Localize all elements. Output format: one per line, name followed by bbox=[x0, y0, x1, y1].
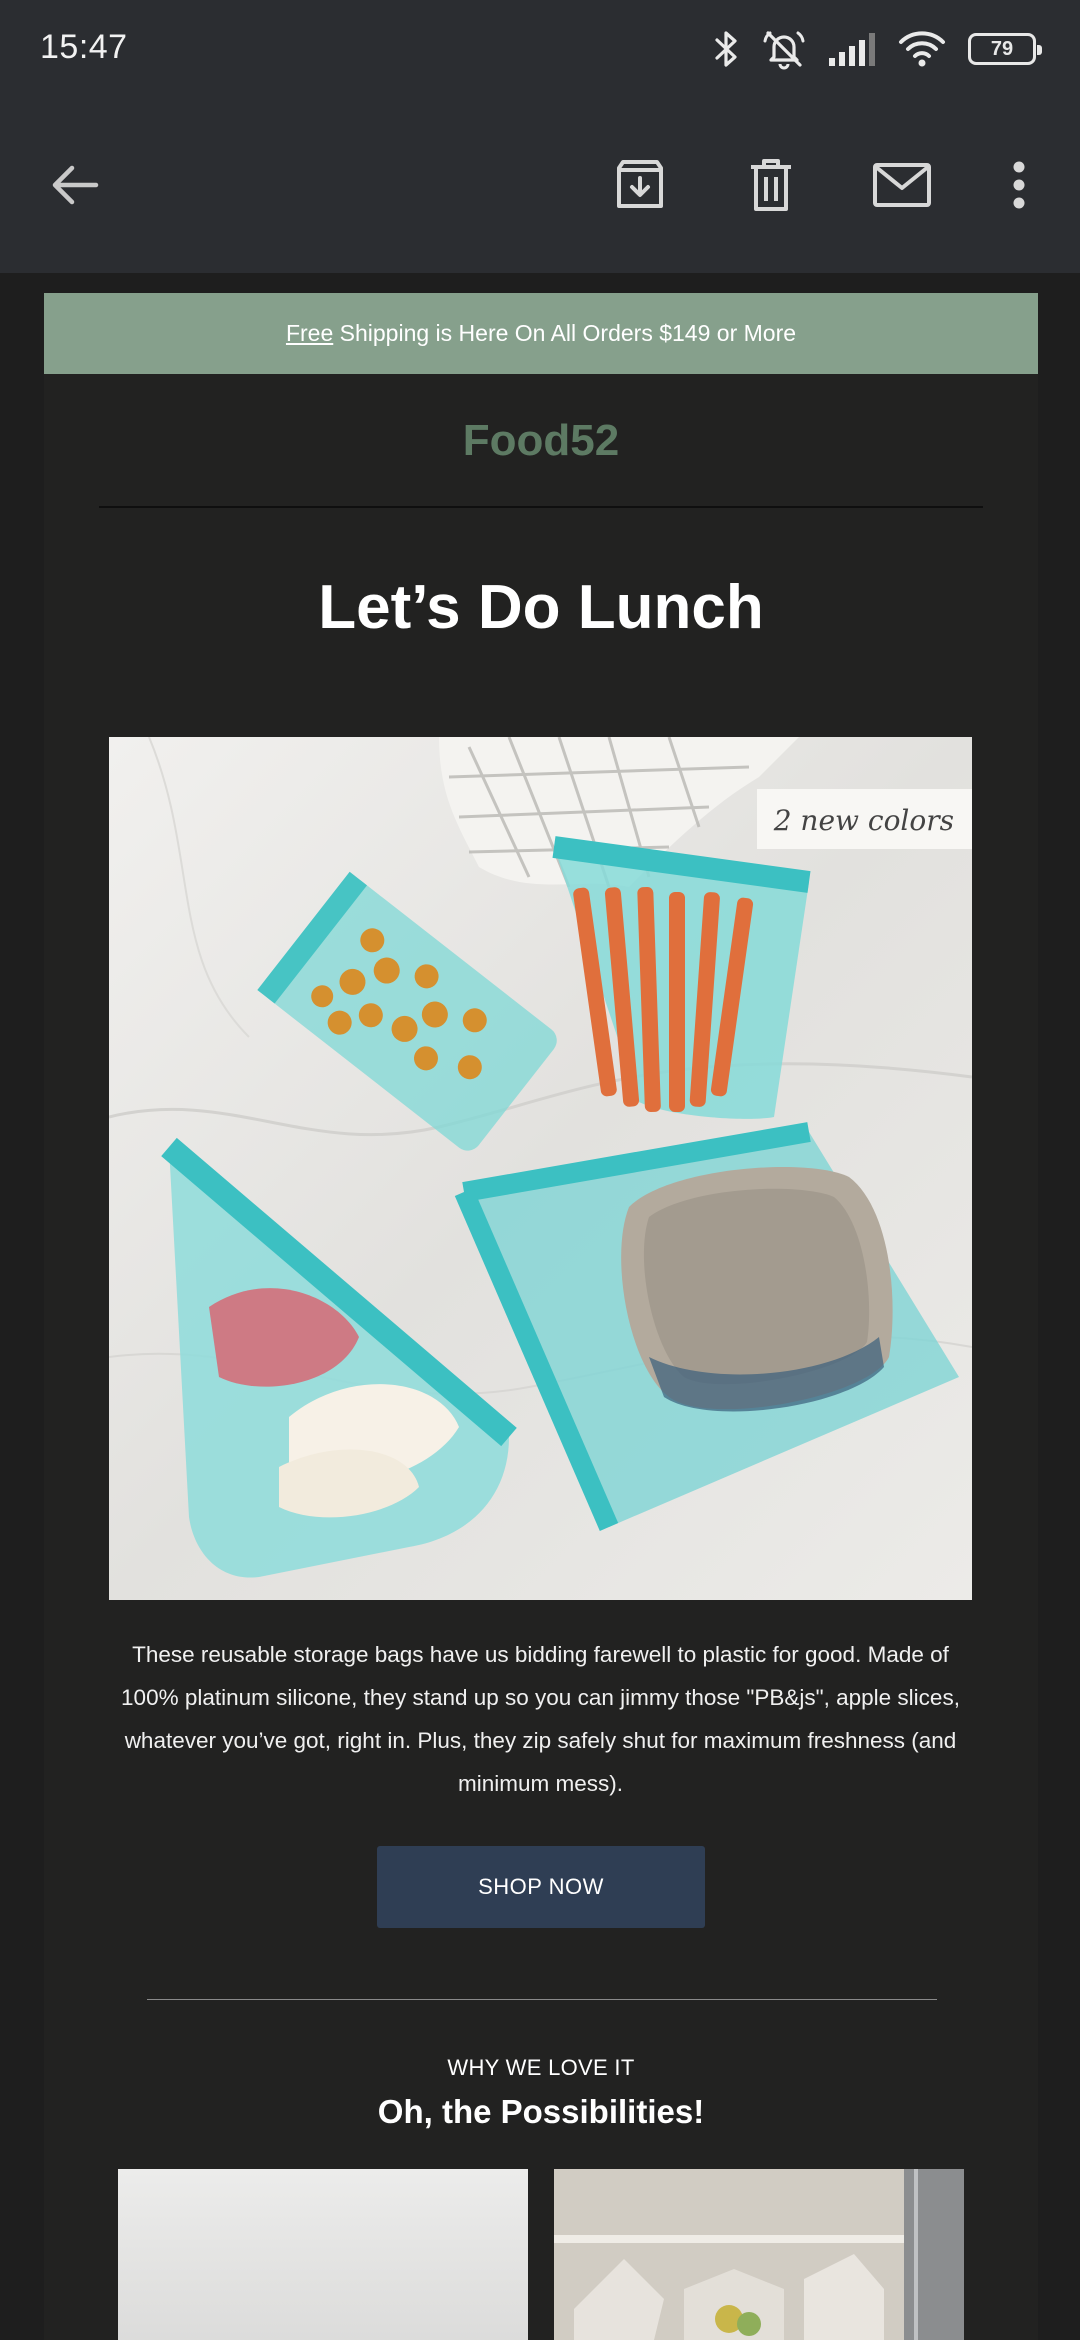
product-image-right[interactable] bbox=[554, 2169, 964, 2340]
battery-level: 79 bbox=[990, 37, 1014, 60]
email-headline: Let’s Do Lunch bbox=[318, 573, 764, 642]
back-button[interactable] bbox=[35, 140, 115, 230]
free-shipping-link[interactable]: Free bbox=[286, 320, 333, 347]
archive-button[interactable] bbox=[600, 140, 680, 230]
product-image-left[interactable] bbox=[118, 2169, 528, 2340]
header-divider bbox=[99, 506, 983, 508]
status-icons: 79 bbox=[714, 24, 1042, 74]
fridge-illustration bbox=[554, 2169, 964, 2340]
promo-banner[interactable]: Free Shipping is Here On All Orders $149… bbox=[44, 293, 1038, 374]
mail-icon bbox=[873, 163, 931, 207]
mark-unread-button[interactable] bbox=[862, 140, 942, 230]
email-body: Free Shipping is Here On All Orders $149… bbox=[44, 293, 1038, 2340]
status-time: 15:47 bbox=[40, 28, 128, 66]
more-vertical-icon bbox=[1013, 161, 1025, 209]
signal-icon bbox=[829, 33, 875, 66]
hero-image[interactable]: 2 new colors bbox=[109, 737, 972, 1600]
email-toolbar bbox=[0, 140, 1080, 230]
app-header: 15:47 79 bbox=[0, 0, 1080, 273]
delete-button[interactable] bbox=[731, 140, 811, 230]
section-divider bbox=[147, 1999, 937, 2000]
more-options-button[interactable] bbox=[979, 140, 1059, 230]
section-kicker: WHY WE LOVE IT bbox=[447, 2055, 635, 2080]
brand-logo[interactable]: Food52 bbox=[44, 416, 1038, 466]
battery-icon: 79 bbox=[968, 33, 1042, 65]
wifi-icon bbox=[899, 31, 945, 67]
hero-badge: 2 new colors bbox=[773, 804, 954, 837]
email-description: These reusable storage bags have us bidd… bbox=[121, 1642, 960, 1796]
hero-illustration: 2 new colors bbox=[109, 737, 972, 1600]
trash-icon bbox=[751, 159, 791, 211]
bluetooth-icon bbox=[715, 31, 737, 67]
shop-now-button[interactable]: SHOP NOW bbox=[377, 1846, 705, 1928]
promo-text: Shipping is Here On All Orders $149 or M… bbox=[333, 320, 797, 346]
archive-icon bbox=[617, 160, 663, 208]
section-title: Oh, the Possibilities! bbox=[377, 2093, 705, 2130]
arrow-left-icon bbox=[52, 165, 99, 205]
bell-off-icon bbox=[763, 31, 805, 70]
